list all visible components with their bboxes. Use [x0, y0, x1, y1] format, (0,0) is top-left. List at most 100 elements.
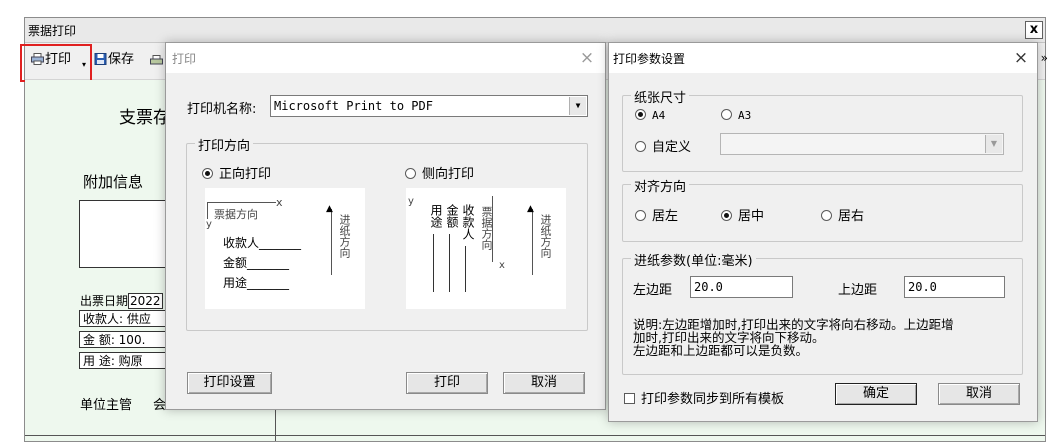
paper-a4-radio[interactable]: A4: [635, 108, 665, 123]
arrow-up-icon: ▲: [326, 204, 333, 214]
portrait-radio[interactable]: 正向打印: [202, 163, 271, 182]
radio-unchecked-icon: [635, 141, 646, 152]
preview-payee: 收款人_______: [223, 236, 302, 250]
cancel-button[interactable]: 取消: [938, 383, 1020, 405]
left-margin-label: 左边距: [633, 283, 673, 298]
align-right-radio[interactable]: 居右: [821, 205, 864, 224]
print-button[interactable]: 打印: [406, 372, 488, 394]
cancel-button[interactable]: 取消: [503, 372, 585, 394]
align-center-label: 居中: [738, 209, 765, 224]
y-axis-label: y: [206, 219, 212, 230]
feed-params-group: 进纸参数(单位:毫米) 左边距 20.0 上边距 20.0 说明:左边距增加时,…: [622, 250, 1023, 375]
orientation-group-label: 打印方向: [195, 135, 254, 154]
orientation-group: 打印方向 正向打印 侧向打印 x y 票据方向 收款人_______ 金额___…: [186, 135, 588, 331]
printer-name-label: 打印机名称:: [187, 102, 257, 117]
extra-info-label: 附加信息: [83, 173, 144, 191]
align-left-radio[interactable]: 居左: [635, 205, 678, 224]
checkbox-unchecked-icon: [624, 393, 635, 404]
preview-payee: 收款人: [461, 204, 475, 240]
radio-unchecked-icon: [405, 168, 416, 179]
window-title: 票据打印: [28, 24, 77, 38]
feed-arrow: [331, 209, 332, 275]
margin-note: 说明:左边距增加时,打印出来的文字将向右移动。上边距增 加时,打印出来的文字将向…: [633, 318, 954, 357]
purpose-line: [433, 234, 434, 292]
bill-direction-label: 票据方向: [480, 206, 493, 250]
align-right-label: 居右: [838, 209, 865, 224]
print-settings-button[interactable]: 打印设置: [187, 372, 272, 394]
print-dropdown-icon[interactable]: ▾: [82, 60, 86, 69]
print-dialog-title: 打印: [172, 52, 197, 66]
paper-size-label: 纸张尺寸: [631, 87, 690, 106]
close-icon[interactable]: x: [1025, 21, 1043, 39]
save-button[interactable]: 保存: [94, 50, 134, 70]
ok-button[interactable]: 确定: [835, 383, 917, 405]
radio-checked-icon: [721, 210, 732, 221]
align-left-label: 居左: [652, 209, 679, 224]
bill-heading: 支票存: [119, 108, 170, 128]
chevron-down-icon[interactable]: ▼: [985, 135, 1002, 153]
feed-arrow: [532, 209, 533, 275]
preview-amount: 金额_______: [223, 256, 290, 270]
arrow-up-icon: ▲: [527, 204, 534, 214]
paper-a3-label: A3: [738, 109, 752, 122]
issue-date-value[interactable]: 2022: [128, 293, 163, 309]
params-dialog-titlebar: 打印参数设置 ×: [609, 43, 1037, 73]
save-button-label: 保存: [108, 52, 135, 67]
issue-date-label: 出票日期: [80, 294, 129, 308]
close-icon[interactable]: ×: [575, 46, 599, 70]
floppy-disk-icon: [94, 53, 107, 65]
top-margin-input[interactable]: 20.0: [904, 276, 1005, 298]
x-axis-label: x: [499, 260, 505, 271]
landscape-label: 侧向打印: [422, 167, 475, 182]
close-icon[interactable]: ×: [1009, 46, 1033, 70]
paper-custom-label: 自定义: [652, 140, 692, 155]
params-dialog-title: 打印参数设置: [613, 52, 686, 66]
note-line-3: 左边距和上边距都可以是负数。: [633, 343, 809, 358]
print-preview-icon[interactable]: [150, 55, 163, 67]
landscape-radio[interactable]: 侧向打印: [405, 163, 474, 182]
footer-supervisor: 单位主管: [80, 398, 133, 413]
print-button[interactable]: 打印: [20, 44, 92, 82]
printer-name-value: Microsoft Print to PDF: [274, 99, 433, 113]
print-dialog: 打印 × 打印机名称: Microsoft Print to PDF ▼ 打印方…: [165, 42, 606, 410]
feed-direction-label: 进纸方向: [338, 214, 351, 258]
alignment-group: 对齐方向 居左 居中 居右: [622, 176, 1023, 242]
bill-direction-label: 票据方向: [214, 208, 258, 221]
print-params-dialog: 打印参数设置 × 纸张尺寸 A4 A3 自定义 ▼ 对齐方向 居左 居中 居右 …: [608, 42, 1038, 422]
preview-purpose: 用途: [429, 204, 443, 228]
purpose-row[interactable]: 用 途: 购原: [79, 352, 179, 369]
paper-a4-label: A4: [652, 109, 666, 122]
print-dialog-titlebar: 打印 ×: [166, 43, 605, 73]
custom-size-select[interactable]: ▼: [720, 133, 1004, 155]
alignment-label: 对齐方向: [631, 176, 690, 195]
canvas-bottom-line: [25, 435, 1045, 436]
amount-line: [449, 234, 450, 292]
radio-checked-icon: [635, 109, 646, 120]
chevron-down-icon[interactable]: ▼: [569, 97, 586, 115]
left-margin-input[interactable]: 20.0: [690, 276, 793, 298]
x-axis-label: x: [276, 196, 283, 209]
portrait-preview: x y 票据方向 收款人_______ 金额_______ 用途_______ …: [205, 188, 365, 309]
main-titlebar: 票据打印 x: [25, 18, 1045, 43]
issue-date-row: 出票日期 2022: [80, 292, 163, 309]
radio-unchecked-icon: [821, 210, 832, 221]
align-center-radio[interactable]: 居中: [721, 205, 764, 224]
preview-purpose: 用途_______: [223, 276, 290, 290]
paper-a3-radio[interactable]: A3: [721, 108, 751, 123]
payee-line: [465, 246, 466, 292]
radio-unchecked-icon: [721, 109, 732, 120]
feed-params-label: 进纸参数(单位:毫米): [631, 250, 756, 269]
paper-custom-radio[interactable]: 自定义: [635, 136, 691, 155]
radio-unchecked-icon: [635, 210, 646, 221]
radio-checked-icon: [202, 168, 213, 179]
amount-row[interactable]: 金 额: 100.: [79, 331, 179, 348]
top-margin-label: 上边距: [838, 283, 878, 298]
portrait-label: 正向打印: [219, 167, 272, 182]
payee-row[interactable]: 收款人: 供应: [79, 310, 179, 327]
y-axis-label: y: [408, 196, 414, 207]
printer-name-select[interactable]: Microsoft Print to PDF ▼: [270, 95, 588, 117]
preview-amount: 金额: [445, 204, 459, 228]
sync-params-checkbox[interactable]: 打印参数同步到所有模板: [624, 388, 784, 407]
toolbar-overflow-icon[interactable]: »: [1041, 51, 1049, 65]
paper-size-group: 纸张尺寸 A4 A3 自定义 ▼: [622, 87, 1023, 172]
